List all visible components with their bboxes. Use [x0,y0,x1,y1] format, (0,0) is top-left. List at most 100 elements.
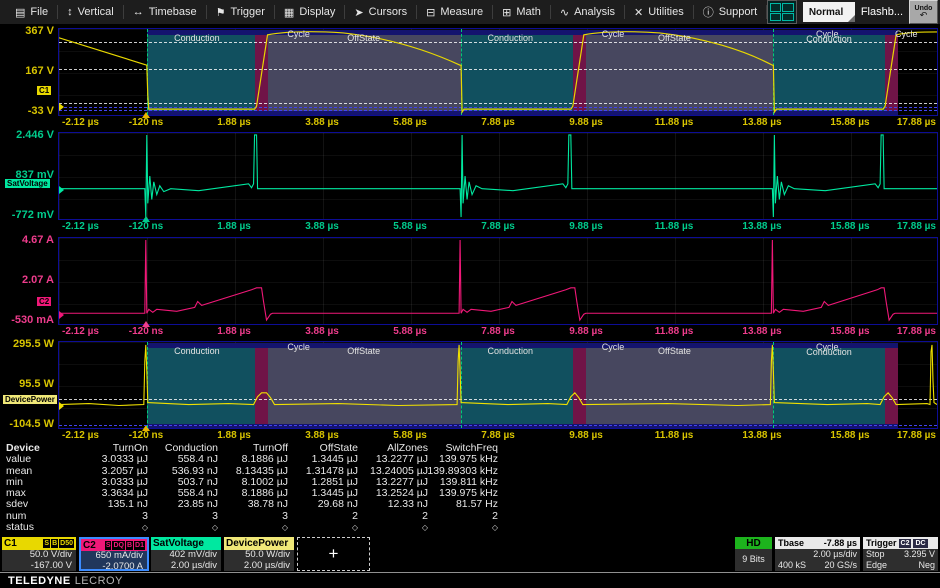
zone-label-conduction: Conduction [806,347,852,357]
sample-rate: 20 GS/s [824,560,857,571]
menu-bar-right: Normal Flashb... Undo ↶ [767,0,938,24]
channel-badge-c2[interactable]: C2 [37,297,51,306]
channel-offset-marker [59,186,64,194]
descriptor-title: SatVoltage [153,538,219,549]
menu-item-file[interactable]: ▤File [6,0,57,24]
trigger-box[interactable]: Trigger C2 DC Stop 3.295 V Edge Neg [863,537,938,571]
y-axis-label: 2.07 A [0,275,54,286]
hd-mode-box[interactable]: HD 9 Bits [735,537,772,571]
fold-corner-icon [848,15,855,22]
x-axis-satvoltage: -2.12 µs-120 ns1.88 µs3.88 µs5.88 µs7.88… [58,220,938,233]
trigger-mode: Stop [866,549,885,560]
oscilloscope-screen: ▤File↕Vertical↔Timebase⚑Trigger▦Display➤… [0,0,940,588]
file-icon: ▤ [15,6,25,19]
x-axis-label: 3.88 µs [305,325,339,338]
menu-item-label: Cursors [369,6,408,18]
x-axis-label: 17.88 µs [897,325,936,338]
x-axis-label: 3.88 µs [305,116,339,129]
x-axis-label: 13.88 µs [742,116,781,129]
descriptor-title: C2 [83,540,104,551]
flashback-label[interactable]: Flashb... [861,6,903,18]
descriptor-scale: 50.0 V/div [2,550,76,561]
zone-label-conduction: Conduction [806,34,852,44]
acquisition-mode-dropdown[interactable]: Normal [803,2,855,22]
menu-item-label: Timebase [149,6,197,18]
zone-label-conduction: Conduction [488,33,534,43]
plot-area-satvoltage[interactable]: SatVoltage [58,132,938,220]
x-axis-c2: -2.12 µs-120 ns1.88 µs3.88 µs5.88 µs7.88… [58,325,938,338]
menu-item-analysis[interactable]: ∿Analysis [551,0,624,24]
x-axis-label: 5.88 µs [393,429,427,442]
x-axis-label: 1.88 µs [217,429,251,442]
x-axis-label: 7.88 µs [481,220,515,233]
channel-offset-marker [59,103,64,111]
timebase-scale: 2.00 µs/div [813,549,857,560]
descriptor-scale: 650 mA/div [81,551,147,562]
satvoltage-waveform [59,133,937,219]
descriptor-badge: B [126,541,133,550]
x-axis-label: 17.88 µs [897,220,936,233]
menu-item-trigger[interactable]: ⚑Trigger [207,0,274,24]
x-axis-label: 15.88 µs [830,116,869,129]
descriptor-badge: B [51,539,58,548]
menu-bar: ▤File↕Vertical↔Timebase⚑Trigger▦Display➤… [0,0,940,25]
channel-badge-satvoltage[interactable]: SatVoltage [5,179,50,188]
descriptor-devicepower[interactable]: DevicePower 50.0 W/div 2.00 µs/div [224,537,294,571]
measure-table: DeviceTurnOnConductionTurnOffOffStateAll… [0,443,940,533]
channel-badge-devicepower[interactable]: DevicePower [3,395,57,404]
zone-label-offstate: OffState [347,346,380,356]
x-axis-label: -120 ns [129,116,163,129]
y-axis-label: -104.5 W [0,419,54,430]
table-cell: 2 [406,511,498,522]
status-icon: ◇ [406,522,498,533]
trigger-source-badge: C2 [899,539,912,548]
table-row-label: status [6,522,34,533]
x-axis-label: 7.88 µs [481,429,515,442]
descriptor-badge: S [43,539,50,548]
zone-label-cycle: Cycle [287,29,310,39]
x-axis-label: 11.88 µs [655,429,694,442]
y-axis-label: -772 mV [0,210,54,221]
menu-item-math[interactable]: ⊞Math [493,0,550,24]
analysis-icon: ∿ [560,6,569,19]
y-axis-label: -530 mA [0,315,54,326]
descriptor-timebase: 2.00 µs/div [151,561,221,572]
x-axis-label: 13.88 µs [742,220,781,233]
plot-area-devicepower[interactable]: Conduction Cycle OffState Conduction Cyc… [58,341,938,429]
timebase-box[interactable]: Tbase -7.88 µs 2.00 µs/div 400 kS 20 GS/… [775,537,860,571]
zone-label-offstate: OffState [347,33,380,43]
x-axis-label: -120 ns [129,429,163,442]
plot-area-c1[interactable]: Conduction Cycle OffState Conduction Cyc… [58,28,938,116]
descriptor-offset: -167.00 V [2,561,76,572]
x-axis-label: 3.88 µs [305,220,339,233]
descriptor-c2[interactable]: C2 S DQ B D1 650 mA/div -2.0700 A [79,537,149,571]
display-icon: ▦ [284,6,294,19]
descriptor-satvoltage[interactable]: SatVoltage 402 mV/div 2.00 µs/div [151,537,221,571]
zone-label-cycle: Cycle [895,29,918,39]
channel-offset-marker [59,311,64,319]
menu-item-measure[interactable]: ⊟Measure [417,0,492,24]
undo-button[interactable]: Undo ↶ [909,0,938,24]
trigger-type: Edge [866,560,887,571]
add-trace-button[interactable]: + [297,537,370,571]
menu-item-label: Utilities [648,6,683,18]
menu-item-cursors[interactable]: ➤Cursors [345,0,416,24]
plot-area-c2[interactable]: C2 [58,237,938,325]
menu-item-display[interactable]: ▦Display [275,0,344,24]
channel-badge-c1[interactable]: C1 [37,86,51,95]
vertical-icon: ↕ [67,6,73,18]
brand-lecroy: LECROY [75,575,123,587]
plus-icon: + [329,544,339,564]
x-axis-label: 13.88 µs [742,325,781,338]
descriptor-scale: 402 mV/div [151,550,221,561]
trigger-coupling-badge: DC [913,539,927,548]
timebase-delay: -7.88 µs [824,538,857,548]
channel-offset-marker [59,402,64,410]
menu-item-label: Support [719,6,758,18]
menu-item-vertical[interactable]: ↕Vertical [58,0,123,24]
menu-item-utilities[interactable]: ✕Utilities [625,0,693,24]
menu-item-support[interactable]: ⓘSupport [694,0,767,24]
menu-item-timebase[interactable]: ↔Timebase [124,0,206,24]
grid-mode-button[interactable] [767,0,797,24]
descriptor-c1[interactable]: C1 S B D50 50.0 V/div -167.00 V [2,537,76,571]
